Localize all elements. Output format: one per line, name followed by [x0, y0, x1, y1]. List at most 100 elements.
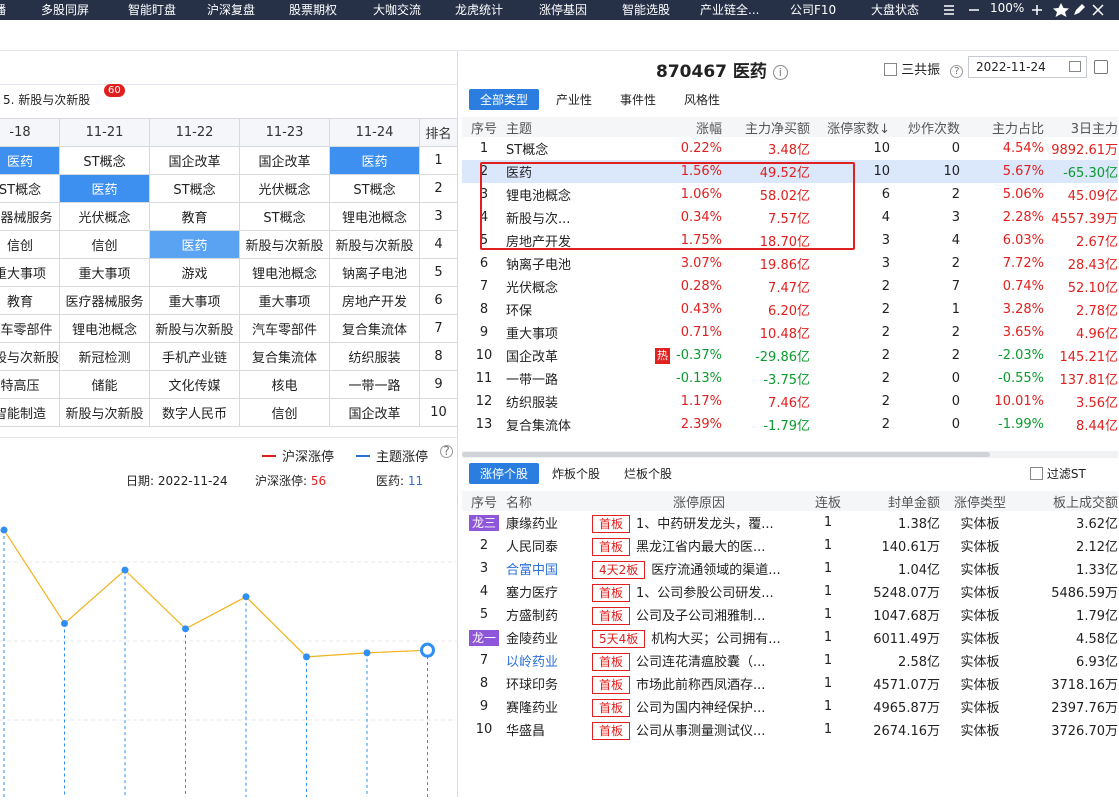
stock-name[interactable]: 金陵药业	[506, 626, 592, 649]
rank-cell[interactable]: 纺织服装	[329, 342, 421, 371]
rank-cell[interactable]: 国企改革	[329, 398, 421, 427]
reason-text[interactable]: 医疗流通领域的渠道...	[651, 563, 780, 578]
filter-st-checkbox[interactable]	[1030, 467, 1043, 480]
stock-row[interactable]: 龙一 金陵药业 5天4板 机构大买；公司拥有... 1 6011.49万 实体板 4.58亿	[462, 626, 1118, 649]
rank-cell[interactable]: 文化传媒	[149, 370, 241, 399]
theme-name[interactable]: 钠离子电池	[506, 252, 600, 275]
stock-row[interactable]: 龙三 康缘药业 首板 1、中药研发龙头，覆... 1 1.38亿 实体板 3.62亿	[462, 511, 1118, 534]
rank-cell[interactable]: 医疗器械服务	[59, 286, 151, 315]
rank-cell[interactable]: 新股与次新股	[329, 230, 421, 259]
rank-cell[interactable]: 智能制造	[0, 398, 61, 427]
data-point[interactable]	[61, 619, 68, 627]
stock-name[interactable]: 塞力医疗	[506, 580, 592, 603]
rank-cell[interactable]: 医药	[329, 146, 421, 175]
stock-row[interactable]: 4 塞力医疗 首板 1、公司参股公司研发... 1 5248.07万 实体板 5486.59万	[462, 580, 1118, 603]
tab-zt-stocks[interactable]: 涨停个股	[469, 463, 540, 484]
rank-cell[interactable]: 复合集流体	[239, 342, 331, 371]
nav-item-7[interactable]: 涨停基因	[539, 1, 587, 18]
theme-name[interactable]: 一带一路	[506, 367, 600, 390]
reason-text[interactable]: 公司连花清瘟胶囊（...	[636, 655, 765, 670]
theme-header-cell[interactable]: 涨停家数↓	[810, 117, 890, 137]
theme-row[interactable]: 9 重大事项 0.71% 10.48亿 2 2 3.65% 4.96亿	[462, 321, 1118, 344]
theme-row[interactable]: 7 光伏概念 0.28% 7.47亿 2 7 0.74% 52.10亿	[462, 275, 1118, 298]
nav-item-5[interactable]: 大咖交流	[373, 1, 421, 18]
sanfen-toggle[interactable]: 三共振 ?	[884, 59, 964, 78]
nav-item-11[interactable]: 大盘状态	[871, 1, 919, 18]
nav-item-8[interactable]: 智能选股	[622, 1, 670, 18]
help-icon[interactable]: ?	[440, 445, 453, 458]
scrollbar-thumb[interactable]	[462, 452, 990, 457]
theme-row[interactable]: 10 国企改革 热 -0.37% -29.86亿 2 2 -2.03% 145.21亿	[462, 344, 1118, 367]
stock-row[interactable]: 5 方盛制药 首板 公司及子公司湘雅制... 1 1047.68万 实体板 1.79亿	[462, 603, 1118, 626]
rank-cell[interactable]: 信创	[239, 398, 331, 427]
rank-cell[interactable]: 重大事项	[0, 258, 61, 287]
rank-cell[interactable]: 核电	[239, 370, 331, 399]
stock-row[interactable]: 8 环球印务 首板 市场此前称西凤酒存... 1 4571.07万 实体板 3718.16万	[462, 672, 1118, 695]
tab-event[interactable]: 事件性	[609, 89, 667, 110]
rank-cell[interactable]: 数字人民币	[149, 398, 241, 427]
rank-cell[interactable]: 重大事项	[59, 258, 151, 287]
data-point[interactable]	[242, 593, 250, 601]
rank-cell[interactable]: 光伏概念	[239, 174, 331, 203]
rank-cell[interactable]: 医药	[149, 230, 241, 259]
rank-cell[interactable]: 房地产开发	[329, 286, 421, 315]
rank-cell[interactable]: ST概念	[59, 146, 151, 175]
data-point[interactable]	[182, 625, 189, 633]
rank-cell[interactable]: 教育	[149, 202, 241, 231]
reason-text[interactable]: 公司为国内神经保护...	[636, 701, 765, 716]
filter-st-toggle[interactable]: 过滤ST	[1030, 465, 1086, 482]
theme-header-cell[interactable]: 涨幅	[600, 117, 722, 137]
data-point[interactable]	[303, 653, 310, 661]
rank-cell[interactable]: 国企改革	[149, 146, 241, 175]
rank-cell[interactable]: 游戏	[149, 258, 241, 287]
rank-cell[interactable]: 信创	[0, 230, 61, 259]
theme-header-cell[interactable]: 炒作次数	[890, 117, 960, 137]
stock-name[interactable]: 方盛制药	[506, 603, 592, 626]
date-picker[interactable]: 2022-11-24	[968, 56, 1087, 78]
rank-cell[interactable]: 新冠检测	[59, 342, 151, 371]
horizontal-scrollbar[interactable]	[462, 451, 1118, 458]
sanfen-help-icon[interactable]: ?	[950, 65, 964, 78]
stock-row[interactable]: 10 华盛昌 首板 公司从事测量测试仪... 1 2674.16万 实体板 3726.70万	[462, 718, 1118, 741]
theme-row[interactable]: 12 纺织服装 1.17% 7.46亿 2 0 10.01% 3.56亿	[462, 390, 1118, 413]
stock-name[interactable]: 环球印务	[506, 672, 592, 695]
reason-text[interactable]: 公司从事测量测试仪...	[636, 724, 765, 739]
rank-cell[interactable]: 医药	[59, 174, 151, 203]
export-icon[interactable]	[1094, 60, 1108, 74]
stock-row[interactable]: 3 合富中国 4天2板 医疗流通领域的渠道... 1 1.04亿 实体板 1.33亿	[462, 557, 1118, 580]
theme-name[interactable]: 纺织服装	[506, 390, 600, 413]
nav-item-2[interactable]: 智能盯盘	[128, 1, 176, 18]
sanfen-checkbox[interactable]	[884, 63, 897, 76]
rank-cell[interactable]: 锂电池概念	[59, 314, 151, 343]
stock-name[interactable]: 人民同泰	[506, 534, 592, 557]
theme-name[interactable]: 国企改革	[506, 344, 600, 367]
rank-cell[interactable]: 一带一路	[329, 370, 421, 399]
rank-cell[interactable]: 汽车零部件	[0, 314, 61, 343]
rank-cell[interactable]: 复合集流体	[329, 314, 421, 343]
data-point[interactable]	[363, 649, 371, 657]
rank-cell[interactable]: 光伏概念	[59, 202, 151, 231]
rank-cell[interactable]: 新股与次新股	[0, 342, 61, 371]
rank-cell[interactable]: ST概念	[329, 174, 421, 203]
rank-cell[interactable]: ST概念	[149, 174, 241, 203]
nav-item-3[interactable]: 沪深复盘	[207, 1, 255, 18]
theme-header-cell[interactable]: 主力净买额	[722, 117, 810, 137]
theme-row[interactable]: 13 复合集流体 2.39% -1.79亿 2 0 -1.99% 8.44亿	[462, 413, 1118, 436]
reason-text[interactable]: 1、中药研发龙头，覆...	[636, 517, 774, 532]
stock-name[interactable]: 以岭药业	[506, 649, 592, 672]
rank-cell[interactable]: ST概念	[239, 202, 331, 231]
reason-text[interactable]: 公司及子公司湘雅制...	[636, 609, 765, 624]
reason-text[interactable]: 市场此前称西凤酒存...	[636, 678, 765, 693]
data-point[interactable]	[0, 526, 8, 534]
rank-cell[interactable]: 信创	[59, 230, 151, 259]
tab-all[interactable]: 全部类型	[469, 89, 540, 110]
stock-name[interactable]: 康缘药业	[506, 511, 592, 534]
theme-row[interactable]: 1 ST概念 0.22% 3.48亿 10 0 4.54% 9892.61万	[462, 137, 1118, 160]
tab-industry[interactable]: 产业性	[545, 89, 603, 110]
rank-cell[interactable]: 锂电池概念	[329, 202, 421, 231]
theme-header-cell[interactable]: 3日主力	[1044, 117, 1118, 137]
selected-point[interactable]	[420, 642, 435, 658]
rank-cell[interactable]: 重大事项	[239, 286, 331, 315]
stock-header-cell[interactable]: 涨停类型	[940, 491, 1020, 511]
tab-style[interactable]: 风格性	[673, 89, 731, 110]
